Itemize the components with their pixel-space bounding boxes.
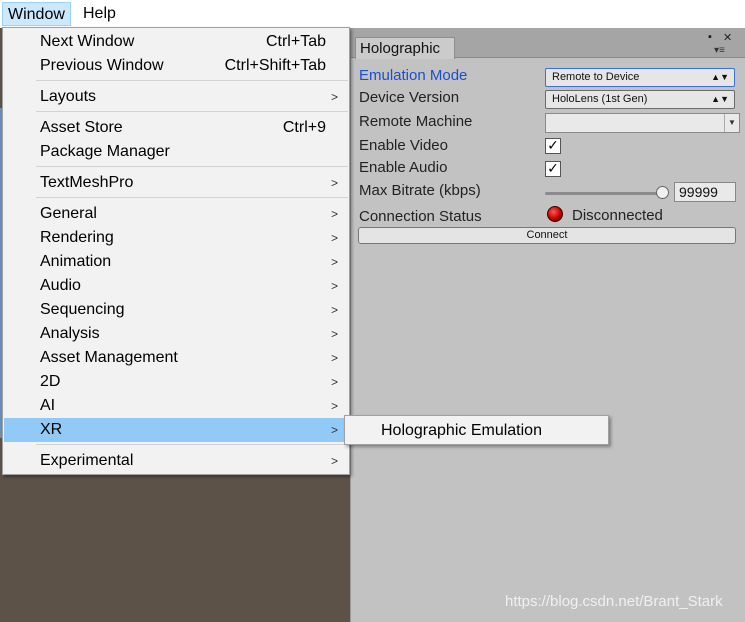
chevron-right-icon: > — [330, 399, 338, 413]
dropdown-arrows-icon: ▲▼ — [711, 94, 729, 104]
menu-item-label: Experimental — [40, 452, 134, 469]
maximize-icon[interactable]: ▪ — [708, 31, 712, 43]
max-bitrate-slider-thumb[interactable] — [656, 186, 669, 199]
menu-item-label: Rendering — [40, 229, 114, 246]
menu-item-label: XR — [40, 421, 63, 438]
menu-help[interactable]: Help — [78, 2, 121, 26]
menu-item-label: Package Manager — [40, 143, 170, 160]
emulation-mode-label: Emulation Mode — [359, 67, 468, 84]
emulation-mode-value: Remote to Device — [552, 71, 640, 83]
watermark-text: https://blog.csdn.net/Brant_Stark — [505, 593, 723, 610]
menu-item-label: 2D — [40, 373, 61, 390]
menu-item-experimental[interactable]: Experimental > — [4, 449, 348, 473]
menu-item-animation[interactable]: Animation > — [4, 250, 348, 274]
menu-item-asset-management[interactable]: Asset Management > — [4, 346, 348, 370]
xr-submenu: Holographic Emulation — [344, 415, 609, 445]
dropdown-arrows-icon: ▲▼ — [711, 72, 729, 82]
panel-tab-bar: Holographic ▪ ✕ ▾≡ — [351, 28, 745, 59]
chevron-right-icon: > — [330, 303, 338, 317]
menu-item-shortcut: Ctrl+Shift+Tab — [224, 57, 326, 74]
tab-holographic[interactable]: Holographic — [355, 37, 455, 59]
menu-item-shortcut: Ctrl+Tab — [265, 33, 326, 50]
chevron-right-icon: > — [330, 255, 338, 269]
device-version-dropdown[interactable]: HoloLens (1st Gen) ▲▼ — [545, 90, 735, 109]
max-bitrate-label: Max Bitrate (kbps) — [359, 182, 481, 199]
menu-separator — [36, 111, 348, 112]
emulation-mode-dropdown[interactable]: Remote to Device ▲▼ — [545, 68, 735, 87]
menu-item-label: Previous Window — [40, 57, 164, 74]
menu-item-2d[interactable]: 2D > — [4, 370, 348, 394]
chevron-right-icon: > — [330, 375, 338, 389]
menu-item-rendering[interactable]: Rendering > — [4, 226, 348, 250]
chevron-right-icon: > — [330, 351, 338, 365]
chevron-right-icon: > — [330, 176, 338, 190]
connect-button[interactable]: Connect — [358, 227, 736, 244]
enable-video-checkbox[interactable]: ✓ — [545, 138, 561, 154]
remote-machine-input[interactable]: ▼ — [545, 113, 740, 133]
menu-item-asset-store[interactable]: Asset Store Ctrl+9 — [4, 116, 348, 140]
menu-item-audio[interactable]: Audio > — [4, 274, 348, 298]
remote-machine-label: Remote Machine — [359, 113, 473, 130]
enable-audio-label: Enable Audio — [359, 159, 448, 176]
chevron-right-icon: > — [330, 207, 338, 221]
menu-item-next-window[interactable]: Next Window Ctrl+Tab — [4, 30, 348, 54]
menu-item-label: Animation — [40, 253, 112, 270]
device-version-label: Device Version — [359, 89, 460, 106]
menu-separator — [36, 444, 348, 445]
menu-bar: Window Help — [0, 0, 745, 28]
chevron-right-icon: > — [330, 279, 338, 293]
menu-item-label: Asset Management — [40, 349, 178, 366]
menu-item-label: Asset Store — [40, 119, 123, 136]
enable-video-label: Enable Video — [359, 137, 448, 154]
menu-item-package-manager[interactable]: Package Manager — [4, 140, 348, 164]
chevron-right-icon: > — [330, 231, 338, 245]
menu-separator — [36, 197, 348, 198]
menu-item-xr[interactable]: XR > — [4, 418, 348, 442]
chevron-right-icon: > — [330, 423, 338, 437]
menu-item-analysis[interactable]: Analysis > — [4, 322, 348, 346]
menu-item-label: TextMeshPro — [40, 174, 134, 191]
menu-item-label: Next Window — [40, 33, 135, 50]
menu-item-layouts[interactable]: Layouts > — [4, 85, 348, 109]
menu-item-label: Layouts — [40, 88, 97, 105]
menu-item-holographic-emulation[interactable]: Holographic Emulation — [381, 419, 542, 443]
remote-machine-history-icon[interactable]: ▼ — [724, 114, 739, 132]
window-menu: Next Window Ctrl+Tab Previous Window Ctr… — [2, 27, 350, 475]
menu-separator — [36, 166, 348, 167]
device-version-value: HoloLens (1st Gen) — [552, 93, 648, 105]
chevron-right-icon: > — [330, 90, 338, 104]
status-indicator-icon — [547, 206, 563, 222]
menu-item-general[interactable]: General > — [4, 202, 348, 226]
menu-item-sequencing[interactable]: Sequencing > — [4, 298, 348, 322]
menu-separator — [36, 80, 348, 81]
max-bitrate-input[interactable]: 99999 — [674, 182, 736, 202]
connection-status-label: Connection Status — [359, 208, 482, 225]
max-bitrate-slider-track[interactable] — [545, 192, 663, 195]
menu-item-label: AI — [40, 397, 56, 414]
menu-item-label: Audio — [40, 277, 81, 294]
menu-item-label: Analysis — [40, 325, 100, 342]
menu-item-previous-window[interactable]: Previous Window Ctrl+Shift+Tab — [4, 54, 348, 78]
close-icon[interactable]: ✕ — [723, 31, 732, 44]
menu-item-label: General — [40, 205, 97, 222]
chevron-right-icon: > — [330, 454, 338, 468]
holographic-panel: Holographic ▪ ✕ ▾≡ Emulation Mode Remote… — [350, 28, 745, 622]
chevron-right-icon: > — [330, 327, 338, 341]
panel-menu-icon[interactable]: ▾≡ — [714, 45, 725, 56]
menu-item-ai[interactable]: AI > — [4, 394, 348, 418]
menu-window[interactable]: Window — [2, 2, 71, 26]
enable-audio-checkbox[interactable]: ✓ — [545, 161, 561, 177]
menu-item-shortcut: Ctrl+9 — [282, 119, 326, 136]
menu-item-textmeshpro[interactable]: TextMeshPro > — [4, 171, 348, 195]
menu-item-label: Sequencing — [40, 301, 125, 318]
connection-status-value: Disconnected — [572, 207, 663, 224]
